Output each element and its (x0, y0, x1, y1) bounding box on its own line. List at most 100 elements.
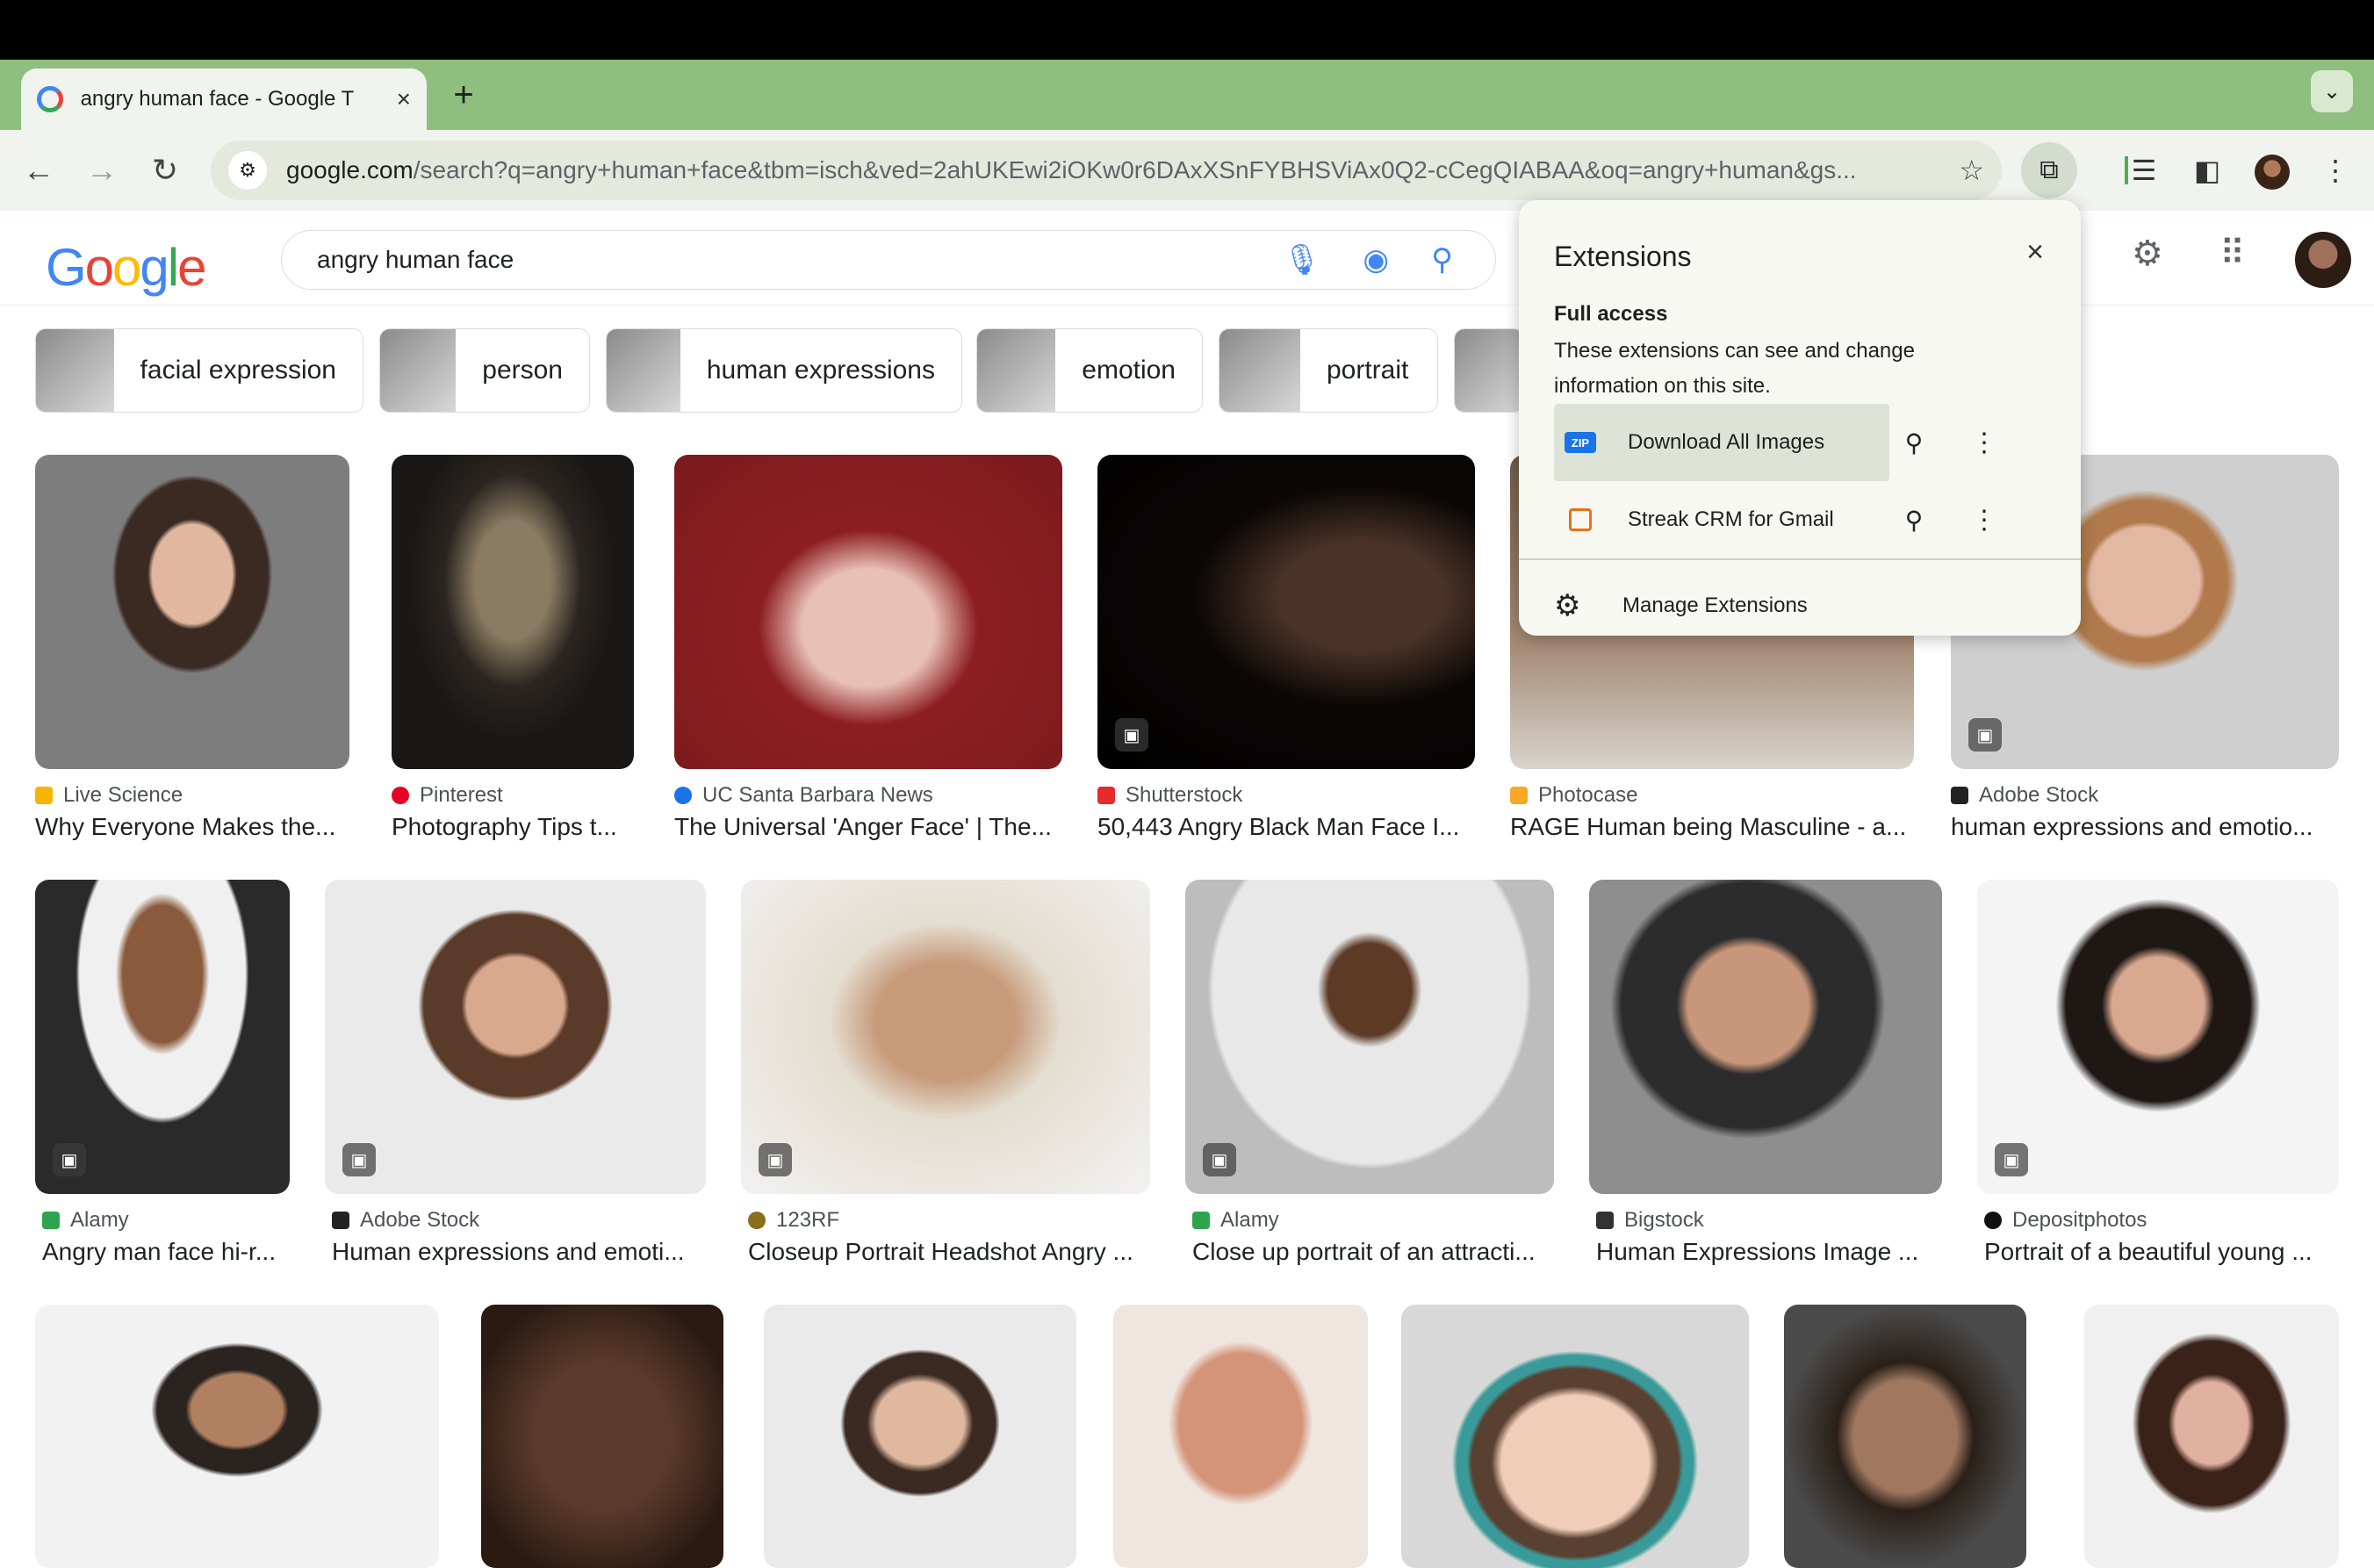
result-title[interactable]: The Universal 'Anger Face' | The... (674, 813, 1062, 841)
extensions-popup: Extensions × Full access These extension… (1519, 200, 2081, 636)
source-favicon-icon (1097, 787, 1115, 804)
result-image[interactable] (392, 455, 634, 769)
result-source[interactable]: 123RF (748, 1208, 839, 1233)
result-title[interactable]: 50,443 Angry Black Man Face I... (1097, 813, 1475, 841)
result-source[interactable]: Alamy (1192, 1208, 1279, 1233)
forward-arrow-icon[interactable]: → (81, 149, 123, 191)
result-source[interactable]: UC Santa Barbara News (674, 783, 933, 808)
result-title[interactable]: Closeup Portrait Headshot Angry ... (748, 1238, 1157, 1266)
result-image[interactable]: ▣ (741, 880, 1150, 1194)
result-source[interactable]: Alamy (42, 1208, 129, 1233)
more-options-icon[interactable]: ⋮ (1967, 428, 2002, 458)
extension-item-download-all-images[interactable]: ZIP Download All Images ⚲ ⋮ (1554, 404, 2042, 481)
result-title[interactable]: Close up portrait of an attracti... (1192, 1238, 1561, 1266)
result-image[interactable]: ▣ (1097, 455, 1475, 769)
result-image[interactable] (1401, 1305, 1749, 1568)
extensions-puzzle-icon[interactable]: ⧉ (2021, 142, 2077, 198)
result-source[interactable]: Adobe Stock (1951, 783, 2098, 808)
source-favicon-icon (748, 1212, 766, 1229)
result-title[interactable]: Human expressions and emoti... (332, 1238, 713, 1266)
result-image[interactable] (2084, 1305, 2339, 1568)
source-favicon-icon (1951, 787, 1968, 804)
result-source[interactable]: Live Science (35, 783, 183, 808)
more-options-icon[interactable]: ⋮ (1967, 505, 2002, 536)
source-favicon-icon (1510, 787, 1528, 804)
result-image[interactable] (674, 455, 1062, 769)
search-icon[interactable]: ⚲ (1431, 242, 1453, 277)
result-image[interactable] (1784, 1305, 2026, 1568)
manage-extensions-label[interactable]: Manage Extensions (1622, 593, 1808, 618)
address-bar[interactable]: ⚙ google.com/search?q=angry+human+face&t… (211, 140, 2002, 200)
media-queue-icon[interactable]: ☰ (2123, 149, 2165, 191)
chip-partial[interactable] (1454, 328, 1524, 413)
search-box[interactable]: angry human face 🎙 ◉ ⚲ (281, 230, 1496, 290)
result-source[interactable]: Bigstock (1596, 1208, 1704, 1233)
result-title[interactable]: Portrait of a beautiful young ... (1984, 1238, 2346, 1266)
result-image[interactable] (35, 1305, 439, 1568)
browser-profile-avatar[interactable] (2255, 155, 2290, 190)
extension-item-streak-crm[interactable]: Streak CRM for Gmail ⚲ ⋮ (1554, 481, 2042, 558)
google-logo[interactable]: Google (46, 237, 207, 298)
result-title[interactable]: Why Everyone Makes the... (35, 813, 349, 841)
result-title[interactable]: Photography Tips t... (392, 813, 634, 841)
search-input[interactable]: angry human face (317, 246, 1283, 274)
result-title[interactable]: Angry man face hi-r... (42, 1238, 297, 1266)
microphone-icon[interactable]: 🎙 (1283, 242, 1320, 277)
chip-facial-expression[interactable]: facial expression (35, 328, 363, 413)
pin-icon[interactable]: ⚲ (1888, 428, 1940, 457)
result-image[interactable]: ▣ (1977, 880, 2339, 1194)
chip-thumbnail (1455, 329, 1523, 412)
lens-camera-icon[interactable]: ◉ (1363, 242, 1389, 277)
result-source[interactable]: Adobe Stock (332, 1208, 479, 1233)
extension-name[interactable]: Streak CRM for Gmail (1628, 507, 1882, 532)
result-source[interactable]: Pinterest (392, 783, 503, 808)
result-title[interactable]: RAGE Human being Masculine - a... (1510, 813, 1914, 841)
result-title[interactable]: Human Expressions Image ... (1596, 1238, 1949, 1266)
apps-grid-icon[interactable]: ⠿ (2219, 234, 2245, 274)
back-arrow-icon[interactable]: ← (18, 149, 60, 191)
account-avatar[interactable] (2295, 232, 2351, 288)
chip-human-expressions[interactable]: human expressions (606, 328, 962, 413)
pin-icon[interactable]: ⚲ (1888, 506, 1940, 535)
new-tab-button[interactable]: + (446, 76, 481, 115)
image-badge-icon: ▣ (342, 1143, 376, 1176)
result-image[interactable] (1113, 1305, 1368, 1568)
source-favicon-icon (1192, 1212, 1210, 1229)
chip-portrait[interactable]: portrait (1219, 328, 1438, 413)
tab-strip: angry human face - Google T × + ⌄ (0, 60, 2374, 130)
screen-top-bar (0, 0, 2374, 60)
url-text[interactable]: google.com/search?q=angry+human+face&tbm… (286, 156, 1948, 184)
chip-emotion[interactable]: emotion (976, 328, 1203, 413)
image-badge-icon: ▣ (53, 1143, 86, 1176)
tab-close-icon[interactable]: × (397, 85, 411, 113)
tab-active[interactable]: angry human face - Google T × (21, 68, 427, 130)
browser-menu-icon[interactable]: ⋮ (2314, 149, 2356, 191)
result-image[interactable] (1589, 880, 1942, 1194)
site-settings-icon[interactable]: ⚙ (228, 151, 267, 190)
result-title[interactable]: human expressions and emotio... (1951, 813, 2339, 841)
result-image[interactable] (35, 455, 349, 769)
result-source[interactable]: Shutterstock (1097, 783, 1242, 808)
result-image[interactable] (764, 1305, 1076, 1568)
side-panel-icon[interactable]: ◧ (2186, 149, 2228, 191)
settings-gear-icon[interactable]: ⚙ (2132, 234, 2163, 274)
result-image[interactable] (481, 1305, 723, 1568)
chip-person[interactable]: person (379, 328, 590, 413)
streak-icon (1569, 508, 1592, 531)
result-image[interactable]: ▣ (325, 880, 706, 1194)
zip-icon: ZIP (1565, 432, 1596, 453)
result-image[interactable]: ▣ (35, 880, 290, 1194)
result-image[interactable]: ▣ (1185, 880, 1554, 1194)
reload-icon[interactable]: ↻ (144, 149, 186, 191)
gear-icon: ⚙ (1554, 589, 1581, 622)
result-source[interactable]: Photocase (1510, 783, 1637, 808)
manage-extensions-item[interactable]: ⚙ Manage Extensions (1554, 569, 1808, 643)
image-badge-icon: ▣ (1968, 718, 2002, 752)
result-source[interactable]: Depositphotos (1984, 1208, 2147, 1233)
chip-label: emotion (1082, 356, 1176, 385)
source-favicon-icon (42, 1212, 60, 1229)
extension-name[interactable]: Download All Images (1628, 430, 1882, 455)
popup-close-icon[interactable]: × (2026, 235, 2044, 270)
tab-search-chevron-icon[interactable]: ⌄ (2311, 70, 2353, 112)
bookmark-star-icon[interactable]: ☆ (1959, 154, 1984, 187)
